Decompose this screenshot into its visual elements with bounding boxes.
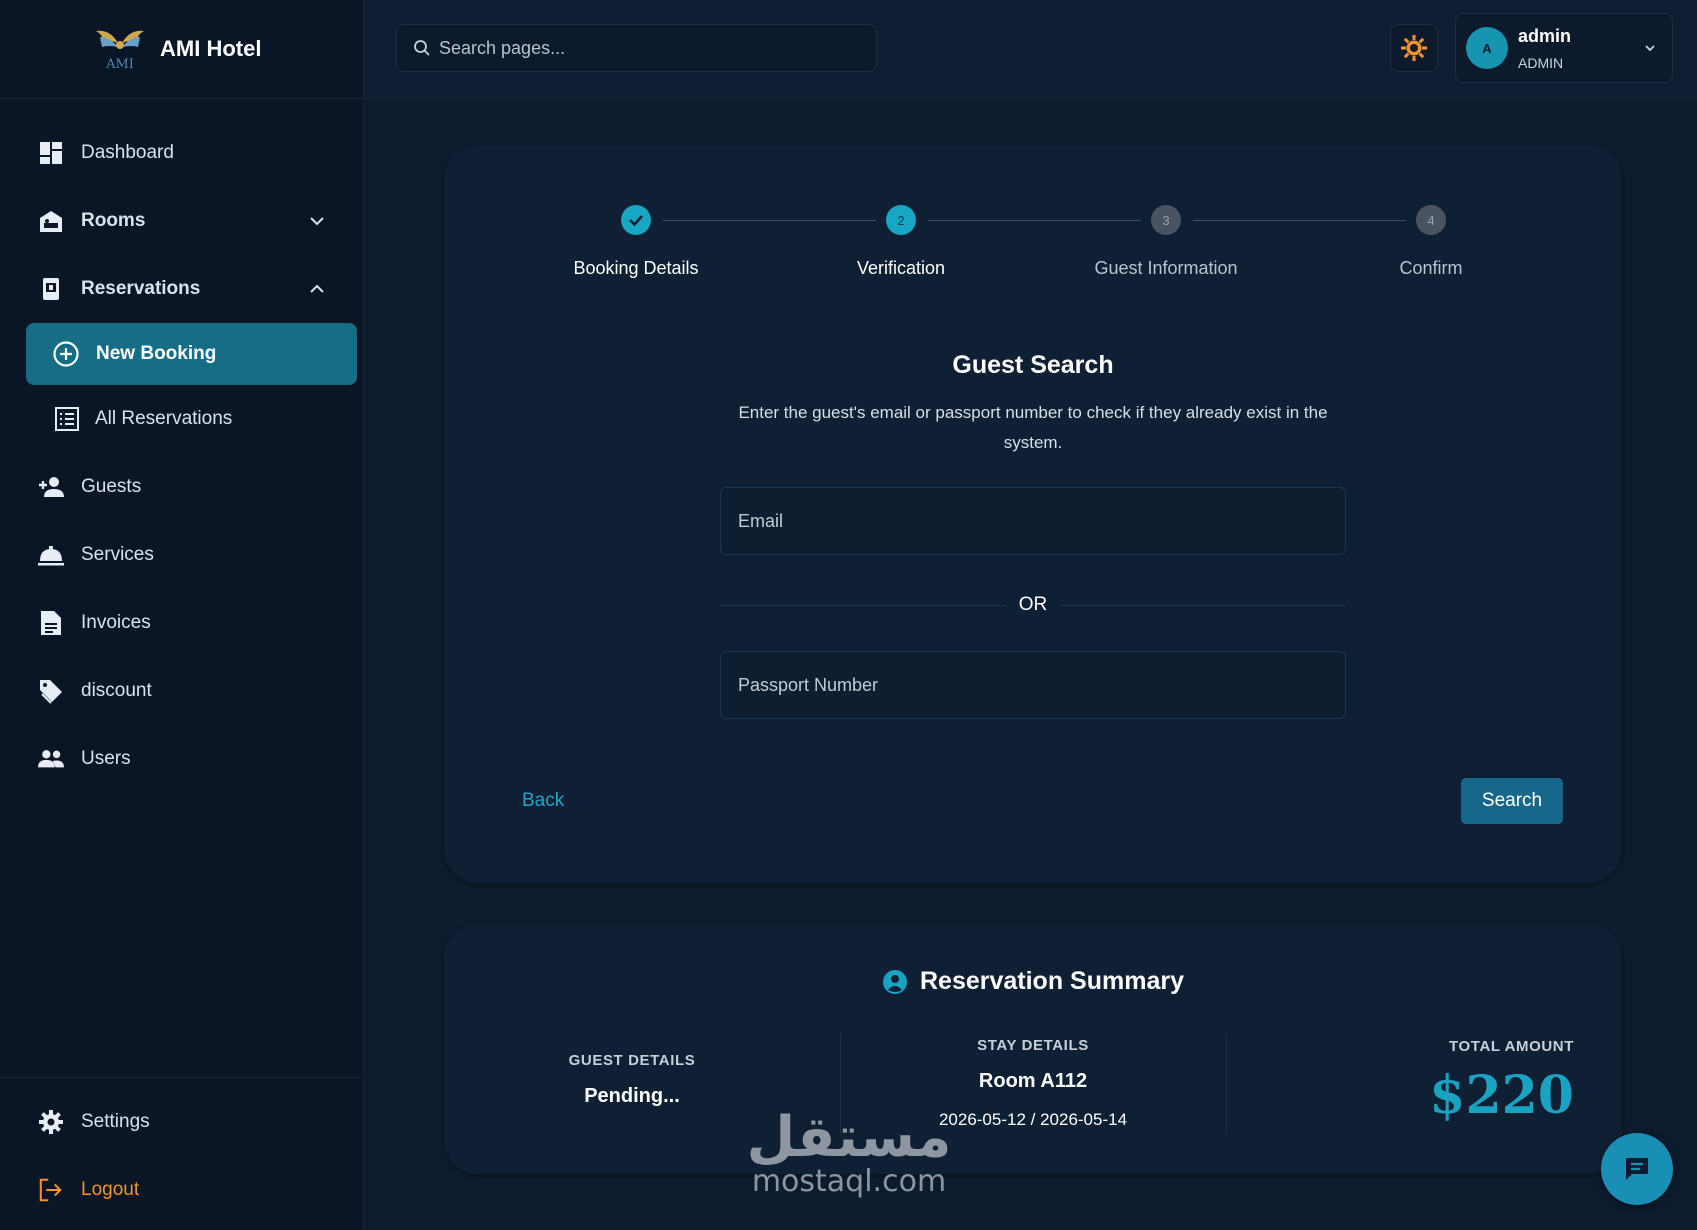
step-number: 4	[1416, 205, 1446, 235]
avatar: A	[1466, 27, 1508, 69]
total-amount-label: TOTAL AMOUNT	[1449, 1038, 1574, 1055]
email-input[interactable]	[721, 488, 1345, 554]
user-role: ADMIN	[1518, 54, 1564, 71]
passport-input[interactable]	[721, 652, 1345, 718]
users-icon	[38, 746, 64, 772]
tag-icon	[38, 678, 64, 704]
room-service-icon	[38, 542, 64, 568]
chat-icon	[1626, 1158, 1648, 1180]
email-field[interactable]	[720, 487, 1346, 555]
user-circle-icon	[882, 969, 907, 994]
chat-button[interactable]	[1601, 1133, 1673, 1205]
search-input[interactable]	[439, 37, 839, 59]
total-amount-value: $220	[1429, 1065, 1574, 1126]
guest-details-value: Pending...	[584, 1085, 680, 1107]
step-label: Verification	[856, 258, 946, 278]
sidebar: AMI AMI Hotel Dashboard Rooms Reservatio…	[0, 0, 364, 1230]
logout-icon	[38, 1177, 64, 1203]
step-guest-information[interactable]: 3 Guest Information	[1066, 205, 1266, 279]
sidebar-item-label: All Reservations	[95, 408, 233, 429]
search-box[interactable]	[396, 24, 877, 72]
reservations-icon	[38, 276, 64, 302]
sidebar-item-label: New Booking	[96, 343, 217, 364]
sidebar-item-invoices[interactable]: Invoices	[0, 589, 363, 657]
search-button[interactable]: Search	[1461, 778, 1563, 824]
stepper: Booking Details 2 Verification 3 Guest I…	[444, 205, 1622, 305]
brand-name: AMI Hotel	[160, 36, 262, 61]
step-label: Confirm	[1399, 258, 1463, 278]
sidebar-item-dashboard[interactable]: Dashboard	[0, 119, 363, 187]
step-confirm[interactable]: 4 Confirm	[1331, 205, 1531, 279]
add-person-icon	[38, 474, 64, 500]
stay-details-label: STAY DETAILS	[977, 1037, 1089, 1054]
dashboard-icon	[38, 140, 64, 166]
sun-icon	[1401, 35, 1427, 61]
summary-title: Reservation Summary	[444, 967, 1622, 996]
step-number: 3	[1151, 205, 1181, 235]
watermark: مستقل mostaql.com	[744, 1110, 954, 1198]
sidebar-bottom: Settings Logout	[0, 1077, 363, 1230]
sidebar-item-label: Guests	[81, 476, 142, 497]
bed-icon	[38, 208, 64, 234]
document-icon	[38, 610, 64, 636]
step-verification[interactable]: 2 Verification	[801, 205, 1001, 279]
sidebar-item-users[interactable]: Users	[0, 725, 363, 793]
booking-card: Booking Details 2 Verification 3 Guest I…	[444, 145, 1622, 883]
brand[interactable]: AMI AMI Hotel	[0, 0, 363, 99]
user-name: admin	[1518, 25, 1572, 46]
sidebar-item-new-booking[interactable]: New Booking	[26, 323, 357, 385]
sidebar-item-label: Settings	[81, 1111, 150, 1132]
sidebar-item-label: Reservations	[81, 278, 201, 299]
search-icon	[414, 40, 430, 56]
step-label: Booking Details	[573, 258, 699, 278]
sidebar-item-discount[interactable]: discount	[0, 657, 363, 725]
back-button[interactable]: Back	[522, 790, 564, 812]
guest-details: GUEST DETAILS Pending...	[514, 1052, 750, 1108]
step-check-icon	[621, 205, 651, 235]
watermark-latin: mostaql.com	[751, 1164, 947, 1199]
or-label: OR	[1018, 594, 1048, 615]
summary-divider	[1226, 1034, 1227, 1134]
step-label: Guest Information	[1094, 258, 1238, 278]
sidebar-item-label: Services	[81, 544, 154, 565]
user-menu[interactable]: A admin ADMIN	[1455, 13, 1673, 83]
sidebar-item-logout[interactable]: Logout	[0, 1156, 363, 1224]
sidebar-item-label: Invoices	[81, 612, 151, 633]
section-description: Enter the guest's email or passport numb…	[738, 403, 1328, 452]
sidebar-item-label: Users	[81, 748, 131, 769]
sidebar-item-services[interactable]: Services	[0, 521, 363, 589]
sidebar-item-label: Dashboard	[81, 142, 174, 163]
summary-title-text: Reservation Summary	[919, 967, 1184, 995]
sidebar-item-label: discount	[81, 680, 152, 701]
chevron-down-icon	[310, 217, 324, 226]
step-number: 2	[886, 205, 916, 235]
chevron-down-icon	[1645, 45, 1655, 52]
section-title: Guest Search	[952, 351, 1114, 379]
sidebar-item-guests[interactable]: Guests	[0, 453, 363, 521]
sidebar-item-settings[interactable]: Settings	[0, 1088, 363, 1156]
svg-text:AMI: AMI	[105, 57, 134, 72]
sidebar-item-rooms[interactable]: Rooms	[0, 187, 363, 255]
topbar: A admin ADMIN	[364, 0, 1697, 99]
passport-field[interactable]	[720, 651, 1346, 719]
theme-toggle-button[interactable]	[1390, 24, 1438, 72]
sidebar-item-label: Logout	[81, 1179, 140, 1200]
or-divider: OR	[720, 593, 1346, 617]
guest-details-label: GUEST DETAILS	[568, 1052, 696, 1069]
watermark-arabic: مستقل	[746, 1105, 952, 1170]
plus-circle-icon	[53, 341, 79, 367]
sidebar-item-label: Rooms	[81, 210, 146, 231]
sidebar-nav: Dashboard Rooms Reservations New Booking…	[0, 99, 363, 793]
gear-icon	[38, 1109, 64, 1135]
reservation-summary-card: Reservation Summary GUEST DETAILS Pendin…	[444, 924, 1622, 1174]
sidebar-item-all-reservations[interactable]: All Reservations	[0, 385, 363, 453]
sidebar-item-reservations[interactable]: Reservations	[0, 255, 363, 323]
step-booking-details[interactable]: Booking Details	[536, 205, 736, 279]
list-icon	[55, 407, 79, 431]
total-amount-block: TOTAL AMOUNT $220	[1374, 1038, 1574, 1126]
ami-logo-icon: AMI	[96, 30, 144, 72]
chevron-up-icon	[310, 284, 324, 293]
stay-room: Room A112	[978, 1070, 1088, 1092]
